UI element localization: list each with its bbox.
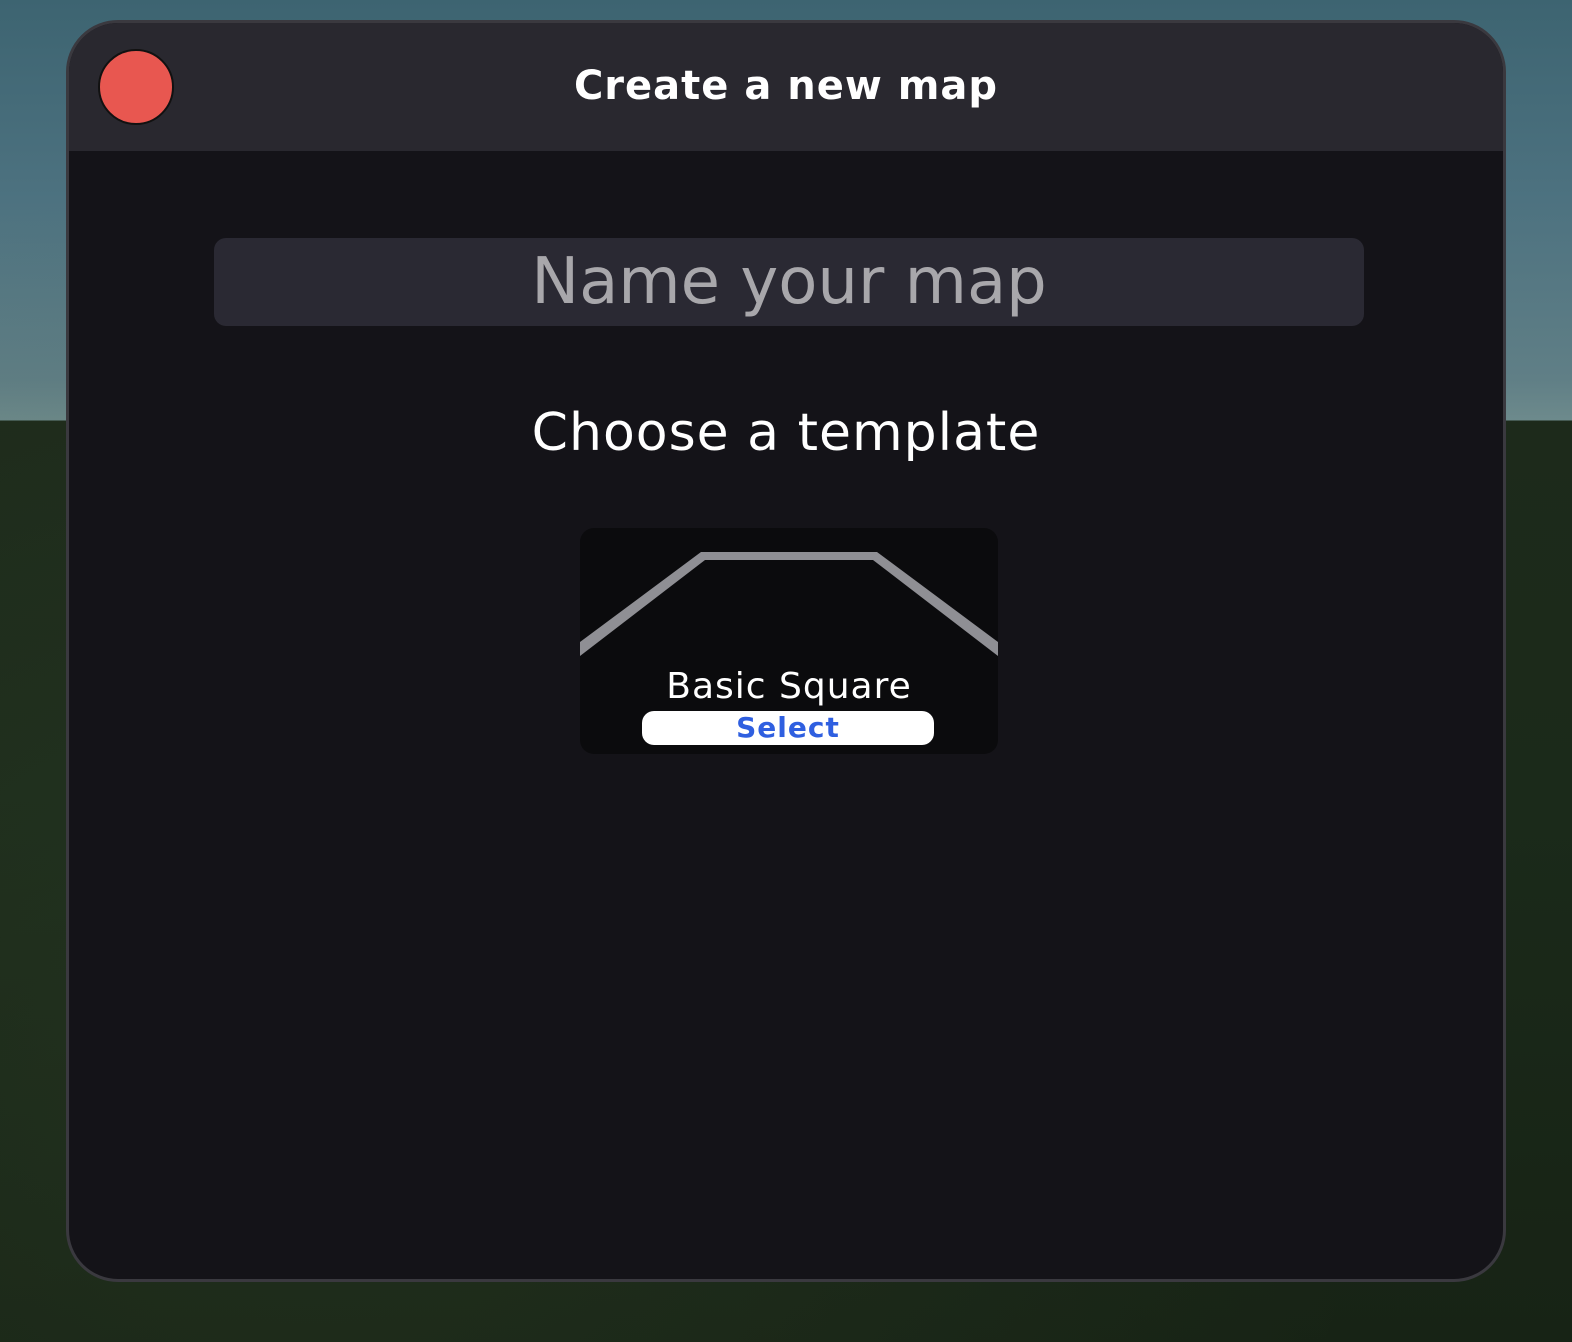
create-map-dialog: Create a new map Choose a template Basic…	[66, 20, 1506, 1282]
dialog-titlebar: Create a new map	[69, 23, 1503, 151]
map-preview-icon	[580, 552, 998, 656]
game-background: Create a new map Choose a template Basic…	[0, 0, 1572, 1342]
select-button[interactable]: Select	[642, 711, 934, 745]
dialog-title: Create a new map	[573, 63, 999, 109]
template-name: Basic Square	[666, 666, 912, 707]
map-name-input[interactable]	[214, 238, 1364, 326]
template-card-basic-square[interactable]: Basic Square Select	[580, 528, 998, 754]
section-heading: Choose a template	[531, 403, 1041, 463]
